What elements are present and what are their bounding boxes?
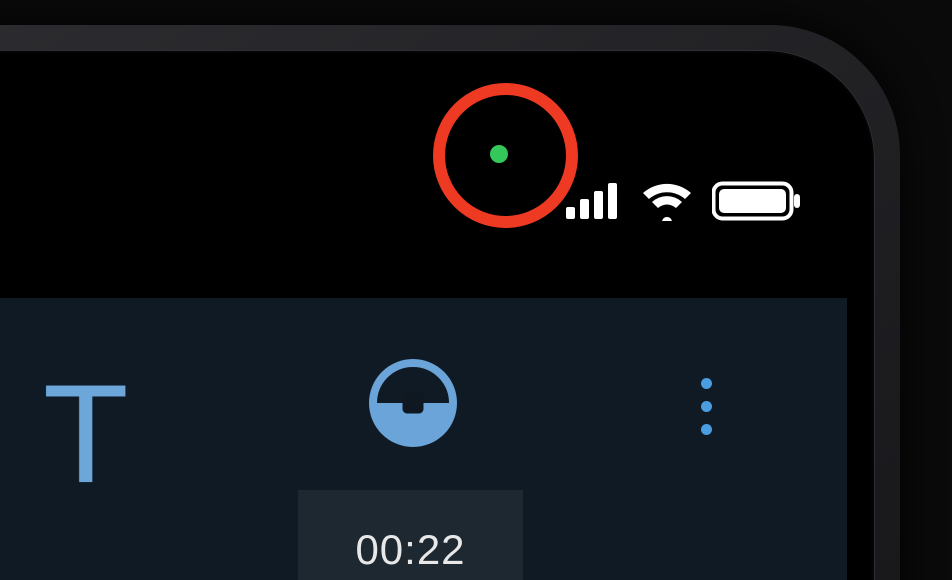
timer-panel: 00:22 <box>298 490 523 580</box>
elapsed-time: 00:22 <box>298 526 523 574</box>
record-control-button[interactable] <box>368 358 458 448</box>
screen: T <box>0 78 847 580</box>
display-notch <box>40 78 560 176</box>
dot-icon <box>701 401 712 412</box>
phone-frame: T <box>0 25 900 580</box>
cellular-signal-icon <box>566 181 622 221</box>
title-glyph: T <box>43 353 129 515</box>
battery-icon <box>712 180 802 222</box>
phone-bezel: T <box>0 50 875 580</box>
dot-icon <box>701 378 712 389</box>
app-content: T <box>0 298 847 580</box>
status-bar <box>566 180 802 222</box>
wifi-icon <box>640 181 694 221</box>
more-options-button[interactable] <box>693 370 720 443</box>
dot-icon <box>701 424 712 435</box>
camera-privacy-indicator-icon <box>490 145 508 163</box>
